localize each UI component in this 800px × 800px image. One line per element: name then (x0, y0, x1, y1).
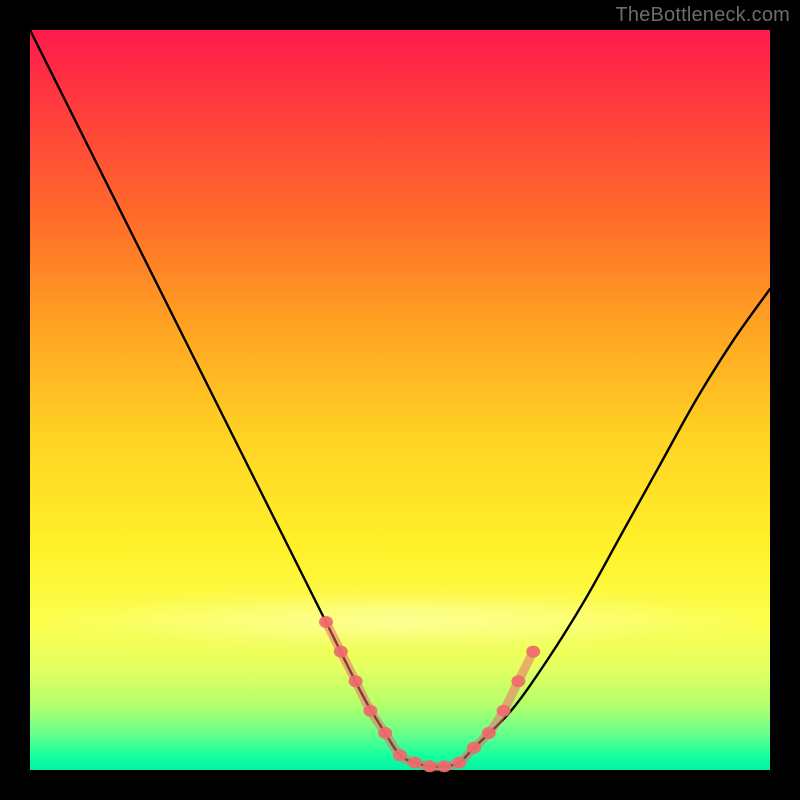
marker-dot (482, 727, 496, 739)
marker-dot (423, 760, 437, 772)
marker-dot (437, 760, 451, 772)
marker-group (319, 616, 540, 772)
marker-dot (334, 646, 348, 658)
marker-connector (326, 622, 533, 767)
curve-layer (30, 30, 770, 770)
bottleneck-curve (30, 30, 770, 767)
marker-dot (378, 727, 392, 739)
marker-dot (363, 705, 377, 717)
marker-dot (467, 742, 481, 754)
plot-area (30, 30, 770, 770)
chart-frame: TheBottleneck.com (0, 0, 800, 800)
marker-dot (349, 675, 363, 687)
marker-dot (526, 646, 540, 658)
marker-dot (319, 616, 333, 628)
marker-dot (497, 705, 511, 717)
marker-dot (511, 675, 525, 687)
marker-dot (452, 757, 466, 769)
watermark-text: TheBottleneck.com (615, 4, 790, 27)
marker-dot (408, 757, 422, 769)
marker-dot (393, 749, 407, 761)
